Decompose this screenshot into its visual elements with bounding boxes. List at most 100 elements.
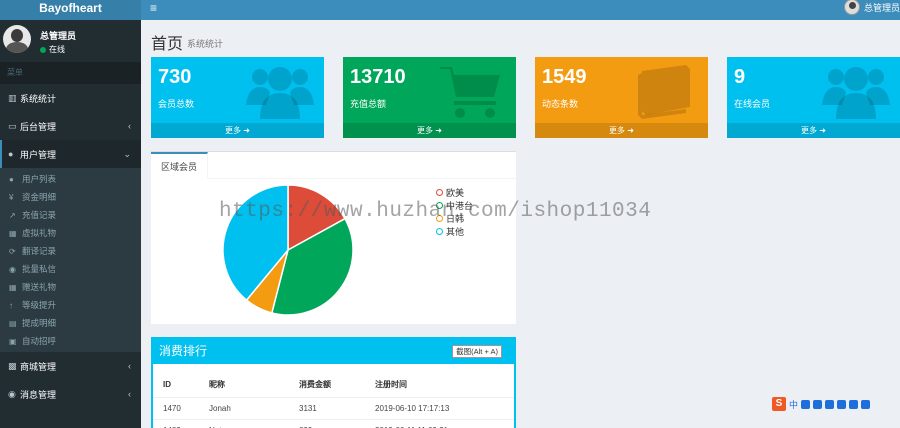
cell-id: 1470 [153,397,199,420]
microphone-icon[interactable] [825,399,835,409]
more-link[interactable]: 更多 ➜ [727,123,900,138]
more-label: 更多 [225,126,242,135]
cell-amount: 3131 [289,397,365,420]
submenu-item-label: 提成明细 [22,318,57,328]
menu-header: 菜单 [0,62,141,84]
bell-icon: ▣ [9,336,17,346]
avatar [843,0,860,15]
submenu-item-level-up[interactable]: ↑ 等级提升 [0,296,141,314]
more-link[interactable]: 更多 ➜ [535,123,708,138]
admin-menu[interactable]: 总管理员 [843,0,900,15]
submenu-item-commission[interactable]: ▤ 提成明细 [0,314,141,332]
chevron-left-icon: ‹ [128,121,131,131]
submenu-item-user-list[interactable]: ● 用户列表 [0,170,141,188]
chevron-left-icon: ‹ [128,389,131,399]
more-label: 更多 [801,126,818,135]
cell-nickname: Nat [199,419,289,428]
ranking-table: ID 昵称 消费金额 注册时间 1470 Jonah 3131 2019-06-… [153,372,514,428]
refresh-icon: ⟳ [9,246,16,256]
shopping-cart-icon [440,67,500,118]
yen-icon: ¥ [9,192,14,202]
arrow-circle-right-icon: ➜ [627,126,634,135]
comments-icon: ◉ [8,388,16,399]
sidebar-item-mall[interactable]: ▩ 商城管理 ‹ [0,352,141,380]
stat-box-members: 730 会员总数 更多 ➜ [151,57,324,138]
submenu-item-label: 批量私信 [22,264,57,274]
screenshot-tooltip: 截图(Alt + A) [452,345,502,358]
users-icon [246,67,314,119]
stat-label: 会员总数 [158,99,195,109]
stat-box-recharge: 13710 充值总额 更多 ➜ [343,57,516,138]
submenu-item-auto-greet[interactable]: ▣ 自动招呼 [0,332,141,350]
stat-label: 充值总额 [350,99,387,109]
column-header[interactable]: 消费金额 [289,372,365,398]
ime-mode-toggle[interactable]: 中 [789,398,798,411]
sogou-logo-icon[interactable]: S [772,397,786,411]
sidebar-item-messages[interactable]: ◉ 消息管理 ‹ [0,380,141,408]
cell-id: 1482 [153,419,199,428]
comment-icon: ◉ [9,264,16,274]
sidebar-item-label: 消息管理 [20,389,57,400]
table-row[interactable]: 1470 Jonah 3131 2019-06-10 17:17:13 [153,397,514,420]
stat-label: 在线会员 [734,99,771,109]
submenu-item-funds[interactable]: ¥ 资金明细 [0,188,141,206]
keyboard-icon[interactable] [837,399,847,409]
sidebar-item-label: 用户管理 [20,149,57,160]
sidebar: 总管理员 在线 菜单 ▥ 系统统计 ▭ 后台管理 ‹ ● 用户管理 ⌄ ● 用户列… [0,20,141,428]
submenu-item-send-gift[interactable]: ▦ 赠送礼物 [0,278,141,296]
punctuation-icon[interactable] [801,399,811,409]
submenu-item-virtual-gifts[interactable]: ▦ 虚拟礼物 [0,224,141,242]
legend-item[interactable]: 其他 [436,225,473,238]
column-header[interactable]: ID [153,372,199,398]
user-panel: 总管理员 在线 [0,20,141,62]
legend-item[interactable]: 欧美 [436,186,473,199]
sidebar-item-users[interactable]: ● 用户管理 ⌄ [0,140,141,168]
stat-label: 动态条数 [542,99,579,109]
user-status: 在线 [40,44,65,55]
emoji-icon[interactable] [813,399,823,409]
skin-icon[interactable] [849,399,859,409]
submenu-item-label: 虚拟礼物 [22,228,57,238]
legend-label: 欧美 [446,188,465,198]
book-icon [638,65,690,119]
hamburger-icon[interactable]: ≡ [150,1,157,15]
spending-ranking-card: 消费排行 截图(Alt + A) ID 昵称 消费金额 注册时间 1470 Jo… [151,337,516,428]
column-header[interactable]: 注册时间 [365,372,514,398]
submenu-item-label: 自动招呼 [22,336,57,346]
admin-name: 总管理员 [863,2,900,13]
ime-toolbar[interactable]: S 中 [772,397,871,411]
sidebar-item-stats[interactable]: ▥ 系统统计 [0,84,141,112]
users-icon [822,67,890,119]
users-icon: ● [8,149,14,159]
submenu-item-bulk-message[interactable]: ◉ 批量私信 [0,260,141,278]
brand-logo[interactable]: Bayofheart [0,0,141,20]
sidebar-item-backend[interactable]: ▭ 后台管理 ‹ [0,112,141,140]
arrow-circle-right-icon: ➜ [435,126,442,135]
table-row[interactable]: 1482 Nat 899 2019-06-11 11:09:21 [153,419,514,428]
gift-icon: ▦ [9,282,17,292]
submenu-item-label: 充值记录 [22,210,57,220]
submenu-item-label: 翻译记录 [22,246,57,256]
sidebar-item-label: 系统统计 [20,93,57,104]
cell-registered: 2019-06-10 17:17:13 [365,397,514,420]
submenu-item-translation[interactable]: ⟳ 翻译记录 [0,242,141,260]
more-link[interactable]: 更多 ➜ [343,123,516,138]
sidebar-item-label: 后台管理 [20,121,57,132]
user-name: 总管理员 [40,31,77,41]
cell-registered: 2019-06-11 11:09:21 [365,419,514,428]
stat-value: 9 [734,66,746,88]
submenu-item-recharge[interactable]: ↗ 充值记录 [0,206,141,224]
toolbox-icon[interactable] [861,399,871,409]
column-header[interactable]: 昵称 [199,372,289,398]
region-chart-card: 区域会员 欧美 中港台 日韩 其他 [151,151,516,324]
page-subtitle: 系统统计 [187,39,224,49]
more-link[interactable]: 更多 ➜ [151,123,324,138]
file-icon: ▤ [9,318,17,328]
submenu-item-label: 等级提升 [22,300,57,310]
user-avatar [3,25,31,53]
submenu-item-label: 用户列表 [22,174,57,184]
user-status-label: 在线 [49,45,65,54]
arrow-circle-right-icon: ➜ [243,126,250,135]
stat-box-posts: 1549 动态条数 更多 ➜ [535,57,708,138]
bar-chart-icon: ▥ [8,92,17,103]
